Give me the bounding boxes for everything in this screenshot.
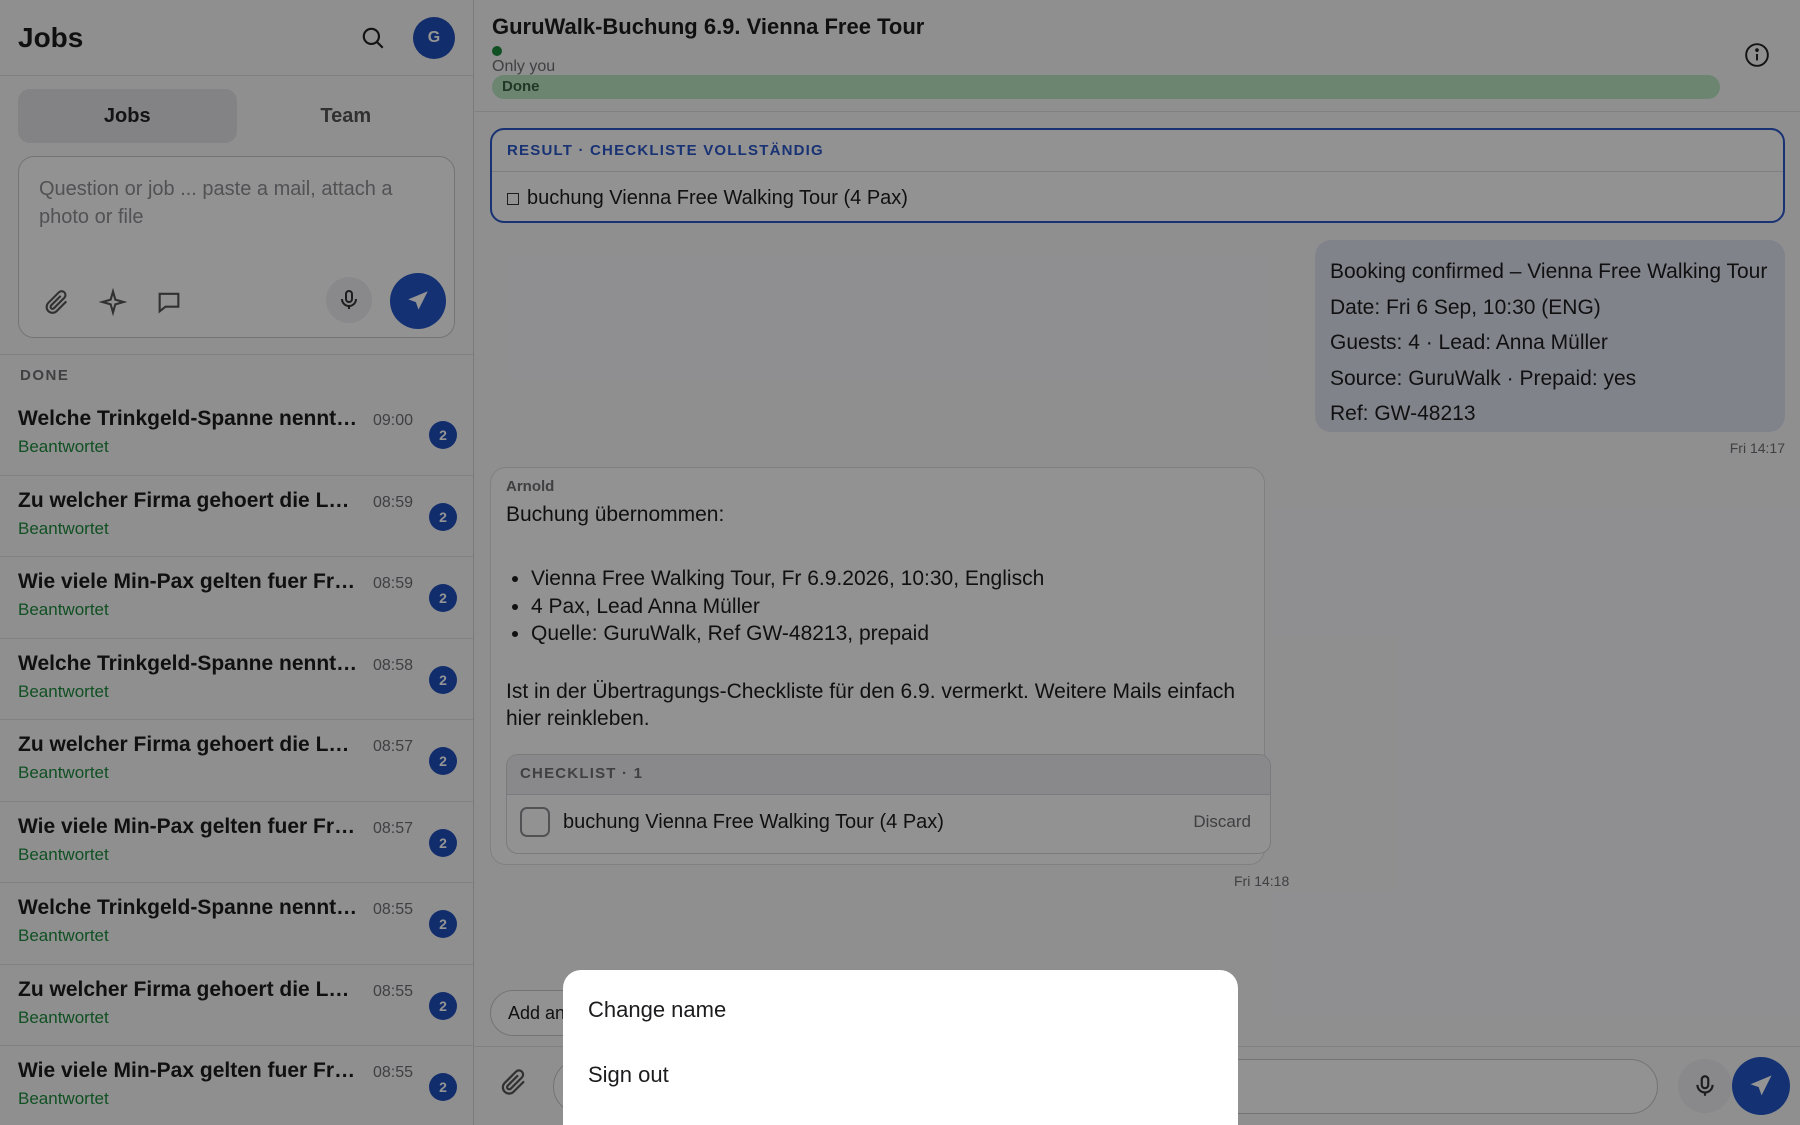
modal-backdrop[interactable] [0, 0, 1800, 1125]
menu-item-change-name[interactable]: Change name [563, 997, 1238, 1062]
menu-item-sign-out[interactable]: Sign out [563, 1062, 1238, 1125]
account-menu: Change name Sign out [563, 970, 1238, 1125]
